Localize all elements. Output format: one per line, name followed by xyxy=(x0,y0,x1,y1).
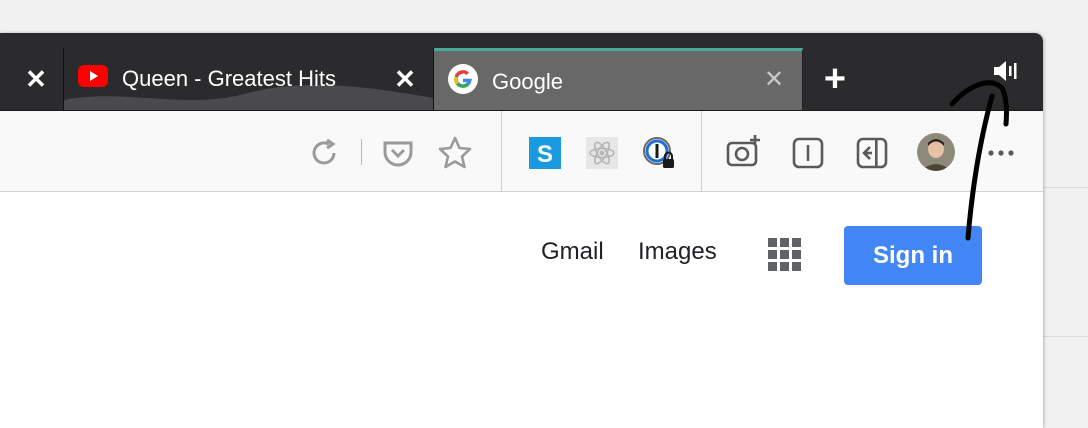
tab-google[interactable]: Google ✕ xyxy=(434,48,803,110)
reader-icon[interactable] xyxy=(788,133,828,173)
tab-close-button[interactable]: ✕ xyxy=(18,48,54,110)
background-divider xyxy=(1043,187,1088,188)
tab-title: Google xyxy=(492,69,563,94)
gmail-link[interactable]: Gmail xyxy=(541,238,604,266)
avatar[interactable] xyxy=(917,133,955,171)
audio-playing-icon[interactable] xyxy=(992,59,1020,83)
tab-close-button[interactable]: ✕ xyxy=(756,48,792,110)
toolbar-divider xyxy=(361,139,362,165)
new-tab-button[interactable]: + xyxy=(812,48,858,110)
svg-text:S: S xyxy=(537,141,553,168)
onepassword-icon[interactable] xyxy=(640,133,678,173)
tab-queen-greatest-hits[interactable]: Queen - Greatest Hits ✕ xyxy=(64,48,434,110)
screenshot-icon[interactable] xyxy=(724,132,764,172)
apps-grid-icon[interactable] xyxy=(768,238,802,272)
tab-title: Queen - Greatest Hits xyxy=(122,66,336,91)
images-link[interactable]: Images xyxy=(638,238,717,266)
star-icon[interactable] xyxy=(435,133,475,173)
pocket-icon[interactable] xyxy=(378,133,418,173)
background-divider xyxy=(1043,336,1088,337)
toolbar-divider xyxy=(701,111,702,193)
youtube-icon xyxy=(78,65,108,92)
more-icon[interactable] xyxy=(984,139,1018,167)
s-extension-icon[interactable]: S xyxy=(528,136,562,170)
tab-strip: ✕ Queen - Greatest Hits ✕ Google ✕ + xyxy=(0,33,1043,110)
google-g-icon xyxy=(448,64,478,99)
google-page: Gmail Images Sign in xyxy=(0,192,1043,428)
sign-in-button[interactable]: Sign in xyxy=(844,226,982,285)
tab-previous[interactable]: ✕ xyxy=(0,48,64,110)
tab-close-button[interactable]: ✕ xyxy=(387,48,423,110)
react-devtools-icon[interactable] xyxy=(585,136,619,170)
toolbar-divider xyxy=(501,111,502,193)
navigation-toolbar: S xyxy=(0,110,1043,193)
reload-icon[interactable] xyxy=(304,133,344,173)
browser-window: ✕ Queen - Greatest Hits ✕ Google ✕ + S G… xyxy=(0,33,1043,428)
sidebar-icon[interactable] xyxy=(852,133,892,173)
